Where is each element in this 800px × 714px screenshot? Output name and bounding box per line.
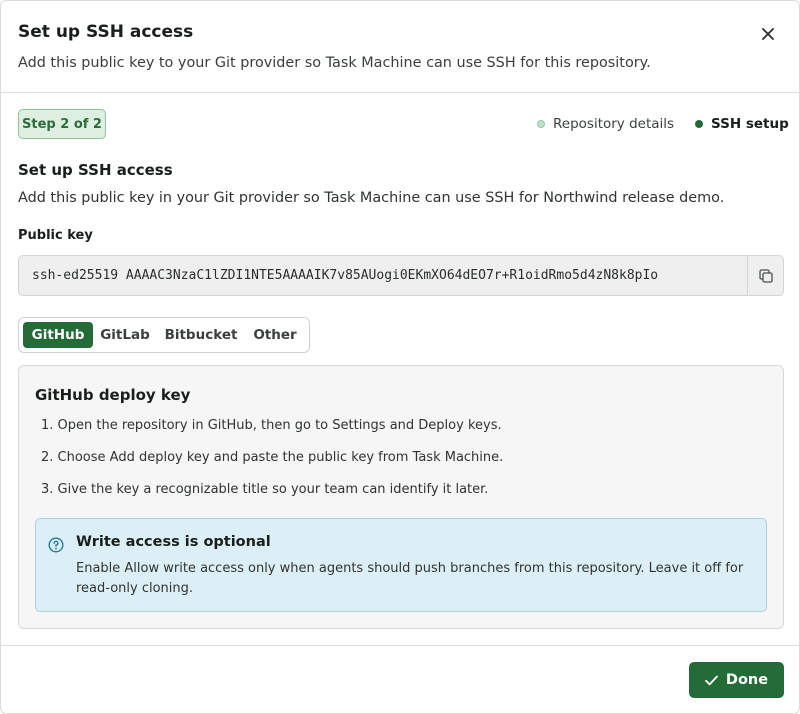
ssh-setup-dialog: Set up SSH access Add this public key to… <box>0 0 800 714</box>
instruction-step: 3. Give the key a recognizable title so … <box>41 482 489 497</box>
done-button[interactable]: Done <box>689 662 784 698</box>
step-repository-details: Repository details <box>537 115 674 133</box>
step-current-dot <box>695 120 703 128</box>
close-icon <box>762 28 774 40</box>
footer-divider <box>1 645 799 646</box>
instruction-step: 1. Open the repository in GitHub, then g… <box>41 418 502 433</box>
section-title: Set up SSH access <box>18 161 173 179</box>
tab-other[interactable]: Other <box>249 322 301 348</box>
public-key-field[interactable]: ssh-ed25519 AAAAC3NzaC1lZDI1NTE5AAAAIK7v… <box>18 255 784 296</box>
step-label: Repository details <box>553 116 675 132</box>
tab-github[interactable]: GitHub <box>23 322 93 348</box>
section-description: Add this public key in your Git provider… <box>18 190 725 206</box>
copy-icon <box>758 268 773 283</box>
tab-bitbucket[interactable]: Bitbucket <box>163 322 239 348</box>
step-done-dot <box>537 120 545 128</box>
public-key-value[interactable]: ssh-ed25519 AAAAC3NzaC1lZDI1NTE5AAAAIK7v… <box>32 268 658 283</box>
step-badge: Step 2 of 2 <box>18 109 106 139</box>
dialog-title: Set up SSH access <box>18 22 194 42</box>
note-title: Write access is optional <box>76 534 271 550</box>
question-circle-icon <box>48 537 64 553</box>
tab-gitlab[interactable]: GitLab <box>97 322 153 348</box>
provider-tabs: GitHub GitLab Bitbucket Other <box>18 317 310 353</box>
check-icon <box>705 675 718 685</box>
dialog-header: Set up SSH access Add this public key to… <box>1 1 799 93</box>
step-label: SSH setup <box>711 116 789 132</box>
public-key-label: Public key <box>18 228 93 243</box>
write-access-note: Write access is optional Enable Allow wr… <box>35 518 767 612</box>
instructions-list: 1. Open the repository in GitHub, then g… <box>41 418 761 514</box>
step-ssh-setup: SSH setup <box>695 115 789 133</box>
done-label: Done <box>725 672 769 688</box>
close-button[interactable] <box>755 21 781 47</box>
copy-key-button[interactable] <box>747 256 783 295</box>
dialog-subtitle: Add this public key to your Git provider… <box>18 55 651 71</box>
instructions-panel: GitHub deploy key 1. Open the repository… <box>18 365 784 629</box>
instruction-step: 2. Choose Add deploy key and paste the p… <box>41 450 504 465</box>
instructions-title: GitHub deploy key <box>35 386 191 404</box>
note-body: Enable Allow write access only when agen… <box>76 561 744 596</box>
